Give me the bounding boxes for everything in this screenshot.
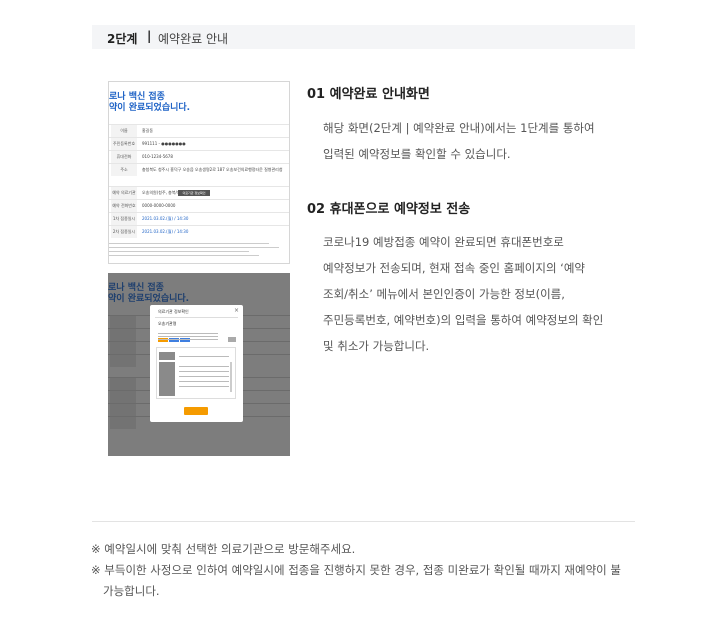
map-button — [228, 337, 236, 342]
screenshot-heading-line1: 로나 백신 접종 — [108, 283, 164, 293]
info-row: 이름 홍길동 — [109, 124, 289, 137]
clinic-info-modal-screenshot: 로나 백신 접종 약이 완료되었습니다. 의료기관 정보확인 × 오송기관명 — [108, 273, 290, 456]
clinic-info-modal: 의료기관 정보확인 × 오송기관명 — [150, 305, 243, 422]
info-key: 주소 — [111, 164, 137, 176]
info-value: 충청북도 청주시 흥덕구 오송읍 오송생명2로 187 오송보건의료행정타운 질… — [142, 167, 283, 172]
info-key: 주민등록번호 — [111, 138, 137, 150]
section2-heading: 02 휴대폰으로 예약정보 전송 — [307, 202, 471, 217]
screenshot-heading-line2: 약이 완료되었습니다. — [109, 103, 191, 113]
info-key: 예약 의료기관 — [111, 187, 137, 199]
clinic-detail-panel — [156, 347, 236, 399]
section1-heading: 01 예약완료 안내화면 — [307, 87, 430, 102]
section2-line: 조회/취소’ 메뉴에서 본인인증이 가능한 정보(이름, — [323, 287, 565, 301]
section1-line: 해당 화면(2단계 | 예약완료 안내)에서는 1단계를 통하여 — [323, 121, 595, 135]
modal-divider — [155, 317, 238, 318]
info-row: 2차 접종일시 2021.03.02.(월) / 14:30 — [109, 225, 289, 238]
section2-line: 및 취소가 가능합니다. — [323, 339, 430, 353]
step-header: 2단계 | 예약완료 안내 — [92, 25, 635, 49]
note-line: 가능합니다. — [103, 584, 160, 598]
info-key: 2차 접종일시 — [111, 226, 137, 238]
section2-line: 코로나19 예방접종 예약이 완료되면 휴대폰번호로 — [323, 235, 564, 249]
step-separator: | — [147, 29, 152, 43]
info-value: 0000-0000-0000 — [142, 203, 176, 208]
info-value: 2021.03.02.(월) / 14:30 — [142, 229, 189, 234]
info-value: 991111 - ●●●●●●● — [142, 141, 186, 146]
step-title: 예약완료 안내 — [158, 32, 229, 46]
screenshot-heading: 로나 백신 접종 약이 완료되었습니다. — [109, 92, 190, 114]
clinic-info-button: 의료기관 정보확인 — [178, 190, 210, 196]
screenshot-footnote — [109, 240, 289, 256]
note-line: ※ 부득이한 사정으로 인하여 예약일시에 접종을 진행하지 못한 경우, 접종… — [91, 563, 621, 577]
info-row: 주소 충청북도 청주시 흥덕구 오송읍 오송생명2로 187 오송보건의료행정타… — [109, 163, 289, 176]
note-line: ※ 예약일시에 맞춰 선택한 의료기관으로 방문해주세요. — [91, 542, 356, 556]
close-icon: × — [233, 307, 239, 314]
section2-line: 주민등록번호, 예약번호)의 입력을 통하여 예약정보의 확인 — [323, 313, 604, 327]
divider — [92, 521, 635, 522]
info-row: 예약 의료기관 오송의원(청주, 충북/오송) 의료기관 정보확인 — [109, 186, 289, 199]
reservation-complete-screenshot: 로나 백신 접종 약이 완료되었습니다. 이름 홍길동 주민등록번호 99111… — [108, 81, 290, 264]
info-value: 홍길동 — [142, 128, 154, 133]
step-number: 2단계 — [107, 32, 138, 46]
screenshot-heading-line1: 로나 백신 접종 — [109, 92, 165, 102]
info-value: 2021.03.02.(월) / 14:30 — [142, 216, 189, 221]
info-key: 1차 접종일시 — [111, 213, 137, 225]
info-row: 예약 전화번호 0000-0000-0000 — [109, 199, 289, 212]
confirm-button — [184, 407, 208, 415]
modal-title: 의료기관 정보확인 — [158, 309, 189, 314]
info-key: 이름 — [111, 125, 137, 137]
clinic-tags — [158, 327, 191, 342]
info-row: 휴대전화 010-1234-5678 — [109, 150, 289, 163]
clinic-address-lines — [158, 333, 218, 340]
section2-text: 코로나19 예방접종 예약이 완료되면 휴대폰번호로 예약정보가 전송되며, 현… — [323, 229, 603, 359]
info-key: 예약 전화번호 — [111, 200, 137, 212]
section1-text: 해당 화면(2단계 | 예약완료 안내)에서는 1단계를 통하여 입력된 예약정… — [323, 115, 595, 167]
info-row: 1차 접종일시 2021.03.02.(월) / 14:30 — [109, 212, 289, 225]
panel-scrollbar — [230, 362, 232, 392]
info-row: 주민등록번호 991111 - ●●●●●●● — [109, 137, 289, 150]
screenshot-heading: 로나 백신 접종 약이 완료되었습니다. — [108, 283, 189, 305]
section1-line: 입력된 예약정보를 확인할 수 있습니다. — [323, 147, 511, 161]
section2-line: 예약정보가 전송되며, 현재 접속 중인 홈페이지의 ‘예약 — [323, 261, 586, 275]
screenshot-heading-line2: 약이 완료되었습니다. — [108, 294, 190, 304]
info-key: 휴대전화 — [111, 151, 137, 163]
info-value: 010-1234-5678 — [142, 154, 173, 159]
